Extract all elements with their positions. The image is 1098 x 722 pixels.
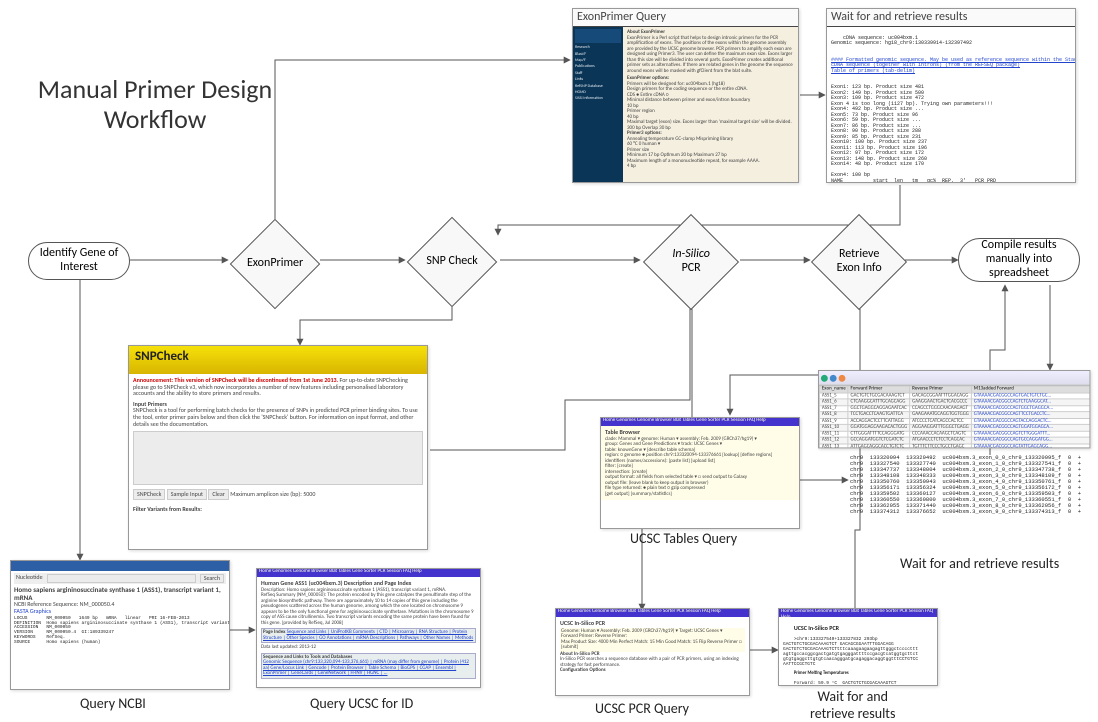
- exonprimer-about-text: ExonPrimer is a Perl script that helps t…: [627, 36, 794, 75]
- card-snpcheck: SNPCheck Announcement: This version of S…: [128, 345, 428, 550]
- card-ucsc-tables: Home Genomes Genome Browser Blat Tables …: [600, 417, 800, 529]
- title-line1: Manual Primer Design: [38, 73, 272, 105]
- card-spreadsheet: Exon_nameForward PrimerReverse PrimerM13…: [818, 370, 1090, 448]
- node-retrieve-exon-info: Retrieve Exon Info: [811, 214, 907, 310]
- card-results-top: Wait for and retrieve results cDNA seque…: [826, 8, 1076, 183]
- tables-output-text: chr9 133320094 133320492 uc004bxm.3_exon…: [850, 455, 1095, 515]
- node-in-silico-pcr: In-SilicoPCR: [643, 214, 739, 310]
- card-ncbi: NucleotideSearch Homo sapiens argininosu…: [10, 560, 230, 690]
- card-exonprimer-query: ExonPrimer Query ResearchBlast/FMap/FPub…: [572, 8, 799, 183]
- node-snp-check: SNP Check: [407, 217, 498, 308]
- label-wait-results-right: Wait for and retrieve results: [900, 555, 1059, 572]
- exonprimer-sidebar: ResearchBlast/FMap/FPublicationsStaffLin…: [575, 46, 621, 102]
- label-ucsc-pcr-query: UCSC PCR Query: [595, 700, 689, 717]
- diagram-title: Manual Primer Design Workflow: [20, 75, 290, 135]
- node-exonprimer: ExonPrimer: [230, 219, 321, 310]
- card-ucsc-pcr: Home Genomes Genome Browser Blat Tables …: [555, 608, 750, 696]
- label-query-ucsc-id: Query UCSC for ID: [310, 695, 413, 712]
- card-ucsc-pcr-result: Home Genomes Genome Browser Blat Tables …: [778, 608, 938, 686]
- title-line2: Workflow: [104, 103, 207, 135]
- card-ucsc-id: Home Genomes Genome Browser Blat Tables …: [256, 568, 481, 688]
- label-query-ncbi: Query NCBI: [80, 695, 146, 712]
- node-compile-results: Compile results manually into spreadshee…: [958, 238, 1080, 282]
- label-ucsc-tables-query: UCSC Tables Query: [630, 530, 737, 547]
- card-results-top-title: Wait for and retrieve results: [827, 9, 1075, 27]
- node-identify-gene: Identify Gene of Interest: [28, 242, 130, 280]
- label-wait-results-bottom: Wait for and retrieve results: [810, 688, 895, 722]
- card-exonprimer-query-title: ExonPrimer Query: [573, 9, 798, 27]
